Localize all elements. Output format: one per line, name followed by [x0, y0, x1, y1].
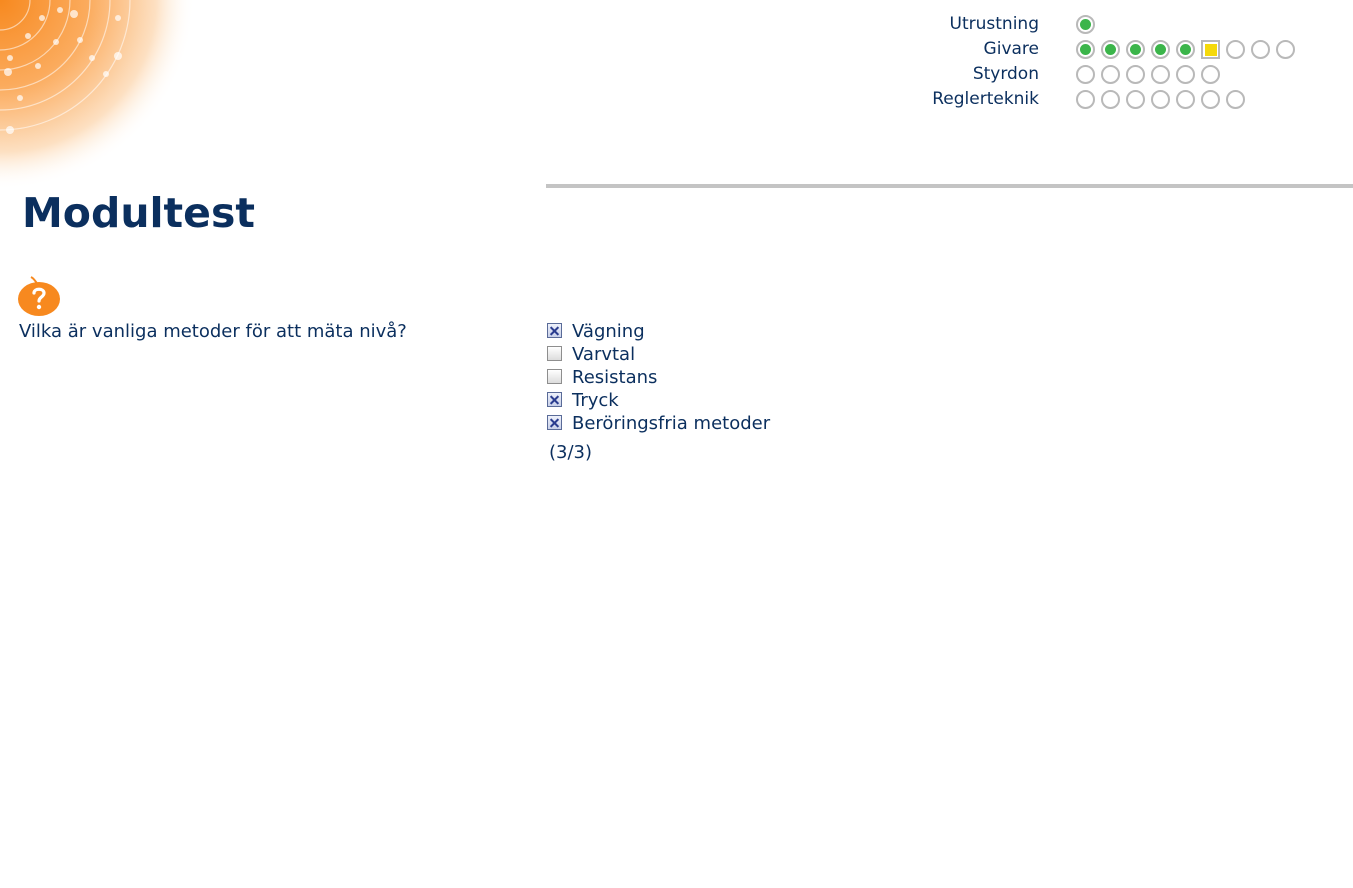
progress-dot-done: [1076, 40, 1095, 59]
score-text: (3/3): [549, 442, 593, 463]
progress-row-label: Reglerteknik: [932, 89, 1039, 109]
progress-dot-empty: [1176, 90, 1195, 109]
progress-dots: [1076, 62, 1226, 87]
progress-dot-empty: [1151, 90, 1170, 109]
progress-panel: Utrustning Givare Styrdon Reglerteknik: [880, 12, 1340, 112]
answer-option[interactable]: Resistans: [547, 366, 770, 389]
answer-option[interactable]: Varvtal: [547, 343, 770, 366]
progress-row-label: Utrustning: [949, 14, 1039, 34]
progress-dot-empty: [1176, 65, 1195, 84]
progress-dot-empty: [1226, 40, 1245, 59]
progress-dot-empty: [1101, 65, 1120, 84]
answer-list: Vägning Varvtal Resistans Tryck Beröringsfri…: [547, 320, 770, 435]
progress-dot-empty: [1276, 40, 1295, 59]
progress-row: Utrustning: [880, 12, 1340, 37]
progress-dot-empty: [1076, 90, 1095, 109]
answer-option[interactable]: Beröringsfria metoder: [547, 412, 770, 435]
progress-dot-empty: [1151, 65, 1170, 84]
answer-checkbox[interactable]: [547, 392, 562, 407]
answer-label: Beröringsfria metoder: [572, 413, 771, 434]
answer-option[interactable]: Tryck: [547, 389, 770, 412]
progress-dot-done: [1151, 40, 1170, 59]
header-divider: [546, 184, 1353, 188]
answer-checkbox[interactable]: [547, 323, 562, 338]
answer-checkbox[interactable]: [547, 415, 562, 430]
progress-dot-empty: [1126, 90, 1145, 109]
answer-checkbox[interactable]: [547, 369, 562, 384]
progress-row-label: Givare: [983, 39, 1039, 59]
progress-dots: [1076, 12, 1101, 37]
progress-dot-done: [1101, 40, 1120, 59]
progress-dot-empty: [1076, 65, 1095, 84]
answer-label: Varvtal: [572, 344, 636, 365]
progress-dot-empty: [1201, 65, 1220, 84]
progress-dot-empty: [1226, 90, 1245, 109]
progress-dot-empty: [1101, 90, 1120, 109]
answer-option[interactable]: Vägning: [547, 320, 770, 343]
progress-row: Styrdon: [880, 62, 1340, 87]
question-text: Vilka är vanliga metoder för att mäta ni…: [19, 321, 407, 342]
corner-decoration: [0, 0, 200, 190]
progress-row: Givare: [880, 37, 1340, 62]
progress-dot-done: [1176, 40, 1195, 59]
help-apple-icon[interactable]: [17, 276, 61, 318]
progress-row-label: Styrdon: [972, 64, 1039, 84]
answer-checkbox[interactable]: [547, 346, 562, 361]
answer-label: Vägning: [572, 321, 645, 342]
progress-dots: [1076, 87, 1251, 112]
progress-row: Reglerteknik: [880, 87, 1340, 112]
progress-dot-empty: [1126, 65, 1145, 84]
progress-dots: [1076, 37, 1301, 62]
progress-dot-empty: [1251, 40, 1270, 59]
answer-label: Tryck: [572, 390, 619, 411]
page-title: Modultest: [22, 189, 255, 237]
progress-dot-done: [1076, 15, 1095, 34]
progress-dot-empty: [1201, 90, 1220, 109]
progress-dot-current: [1201, 40, 1220, 59]
answer-label: Resistans: [572, 367, 658, 388]
progress-dot-done: [1126, 40, 1145, 59]
